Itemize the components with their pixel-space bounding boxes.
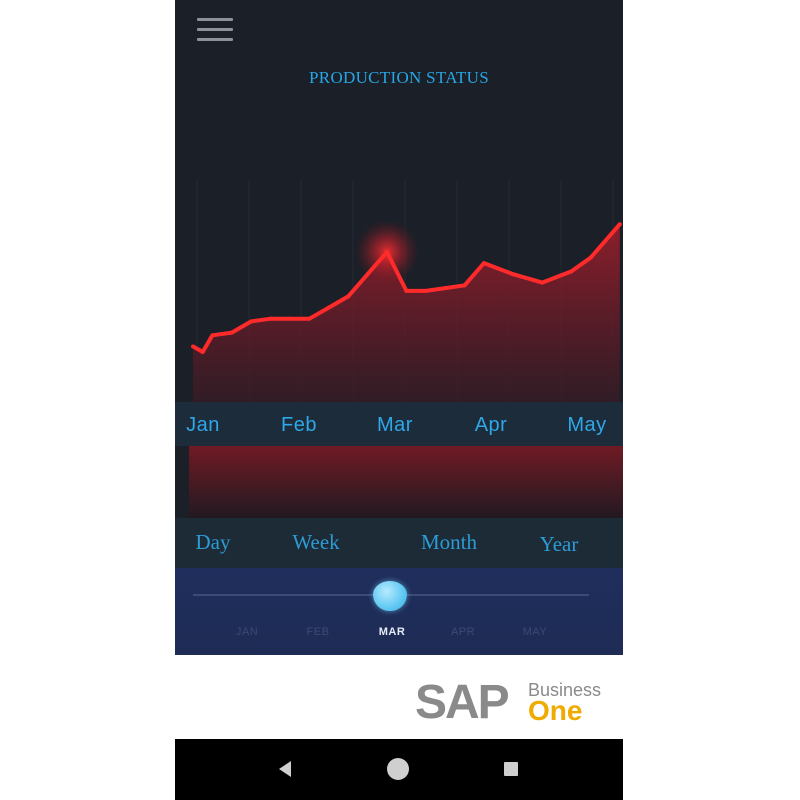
chart-data-point — [617, 222, 622, 227]
x-tick-label[interactable]: Jan — [186, 414, 220, 437]
back-triangle-icon[interactable] — [279, 761, 291, 777]
slider-month-mar[interactable]: MAR — [379, 626, 406, 638]
x-tick-label[interactable]: Mar — [377, 414, 413, 437]
period-option-day[interactable]: Day — [196, 530, 231, 555]
chart-data-point — [200, 350, 205, 354]
slider-month-apr[interactable]: APR — [451, 626, 475, 638]
recent-apps-square-icon[interactable] — [504, 762, 518, 776]
logo-sap-text: SAP — [415, 676, 510, 729]
hamburger-menu-icon[interactable] — [197, 16, 233, 44]
slider-thumb-icon[interactable] — [373, 581, 407, 611]
x-tick-label[interactable]: Apr — [475, 414, 508, 437]
month-slider: JAN FEB MAR APR MAY — [175, 568, 623, 655]
chart-data-point — [268, 316, 273, 321]
chart-data-point — [326, 305, 331, 310]
period-selector: Day Week Month Year — [175, 518, 623, 568]
period-option-week[interactable]: Week — [292, 530, 339, 555]
page-title: PRODUCTION STATUS — [309, 68, 489, 87]
chart-data-point — [588, 255, 593, 260]
chart-data-point — [288, 316, 292, 321]
x-tick-label[interactable]: Feb — [281, 414, 317, 437]
chart-data-point — [307, 316, 312, 321]
chart-data-point — [511, 272, 516, 277]
app-screen: PRODUCTION STATUS Jan Feb Mar Apr May Day We… — [175, 0, 623, 800]
chart-data-point — [540, 280, 545, 285]
footer: SAP Business One — [175, 655, 623, 739]
chart-data-point — [423, 288, 428, 293]
x-tick-label[interactable]: May — [567, 414, 606, 437]
chart-data-point — [365, 272, 370, 277]
sap-business-one-logo: SAP Business One — [415, 679, 615, 729]
android-nav-bar — [175, 739, 623, 800]
period-option-month[interactable]: Month — [421, 530, 477, 555]
home-circle-icon[interactable] — [387, 758, 409, 780]
chart-data-point — [346, 294, 351, 299]
chart-data-point — [191, 344, 195, 349]
slider-month-may[interactable]: MAY — [523, 626, 548, 638]
chart-data-point — [210, 333, 215, 338]
chart-reflection — [189, 446, 623, 518]
chart-x-axis: Jan Feb Mar Apr May — [175, 402, 623, 446]
slider-month-jan[interactable]: JAN — [236, 626, 258, 638]
logo-one-text: One — [528, 695, 583, 726]
chart-data-point — [569, 269, 574, 274]
chart-data-point — [404, 288, 409, 293]
period-option-year[interactable]: Year — [540, 532, 579, 557]
slider-month-feb[interactable]: FEB — [307, 626, 330, 638]
chart-data-point — [443, 286, 448, 291]
chart-data-point — [462, 283, 467, 288]
chart-data-point — [385, 250, 389, 254]
chart-data-point — [229, 330, 234, 335]
chart-data-point — [482, 261, 486, 266]
chart-data-point — [249, 319, 254, 324]
